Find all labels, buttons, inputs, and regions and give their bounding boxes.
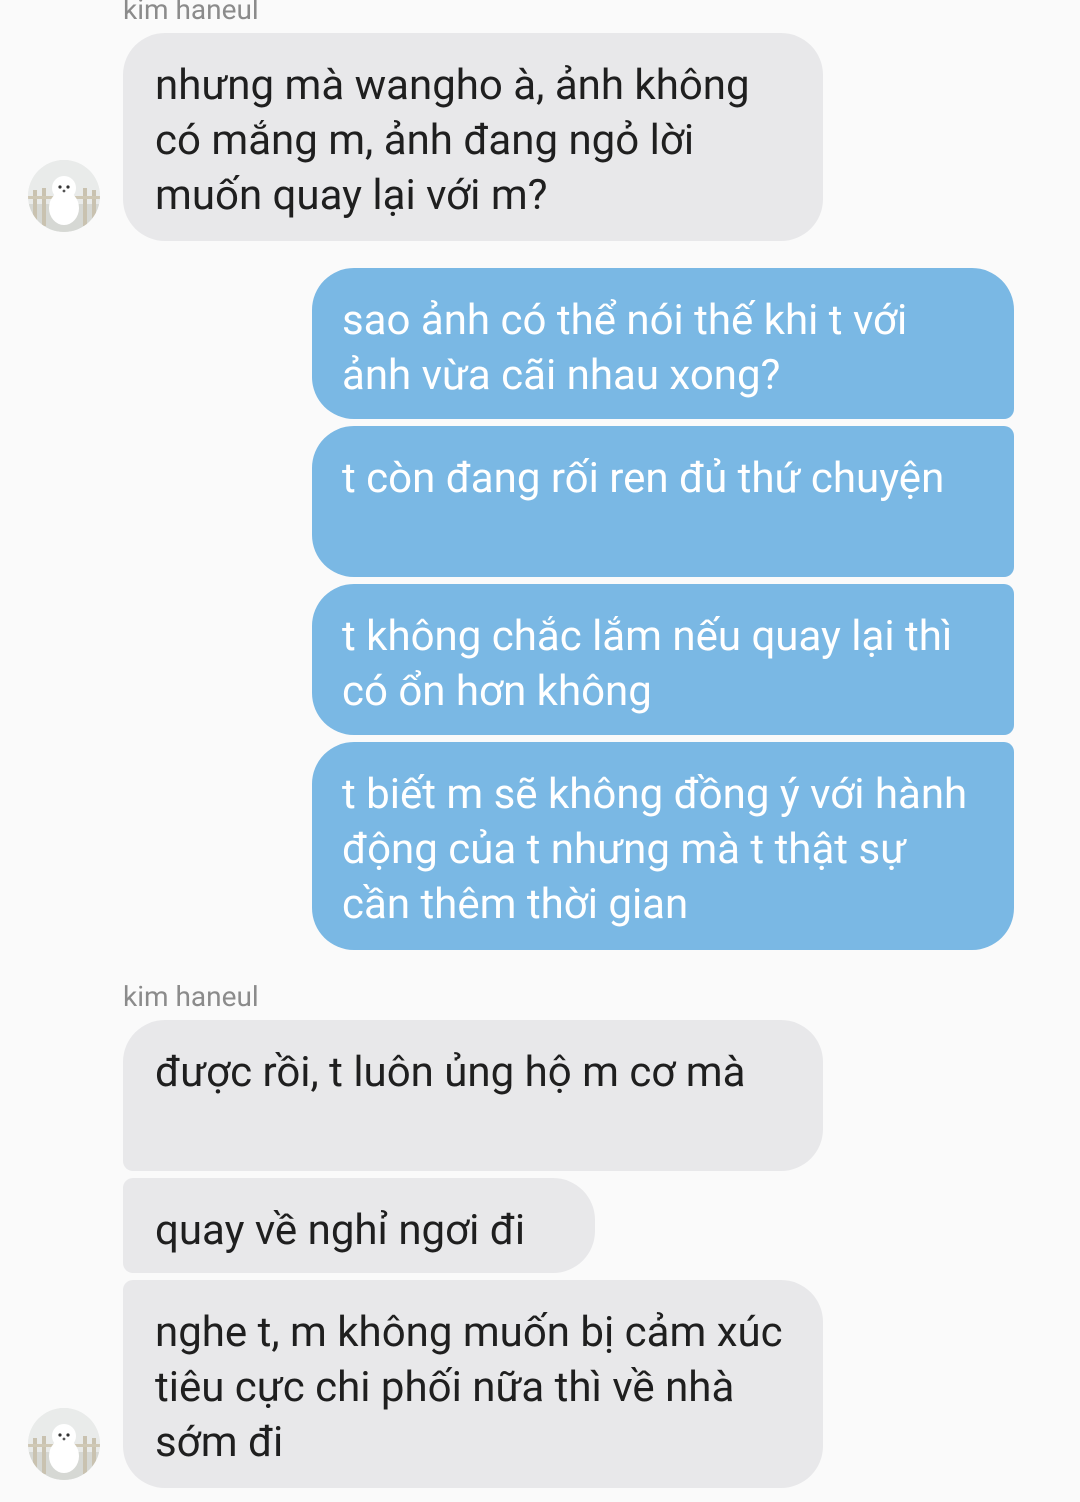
avatar-dog-photo-icon [28,1408,100,1480]
sender-name: kim haneul [123,980,259,1013]
outgoing-message-bubble[interactable]: sao ảnh có thể nói thế khi t với ảnh vừa… [312,268,1014,419]
incoming-message-bubble[interactable]: nhưng mà wangho à, ảnh không có mắng m, … [123,33,823,241]
outgoing-message-bubble[interactable]: t biết m sẽ không đồng ý với hành động c… [312,742,1014,950]
avatar-dog-photo-icon [28,160,100,232]
avatar[interactable] [28,1408,100,1480]
outgoing-message-bubble[interactable]: t còn đang rối ren đủ thứ chuyện [312,426,1014,577]
incoming-message-bubble[interactable]: quay về nghỉ ngơi đi [123,1178,595,1273]
avatar[interactable] [28,160,100,232]
sender-name: kim haneul [123,0,259,26]
incoming-message-bubble[interactable]: được rồi, t luôn ủng hộ m cơ mà [123,1020,823,1171]
outgoing-message-bubble[interactable]: t không chắc lắm nếu quay lại thì có ổn … [312,584,1014,735]
incoming-message-bubble[interactable]: nghe t, m không muốn bị cảm xúc tiêu cực… [123,1280,823,1488]
